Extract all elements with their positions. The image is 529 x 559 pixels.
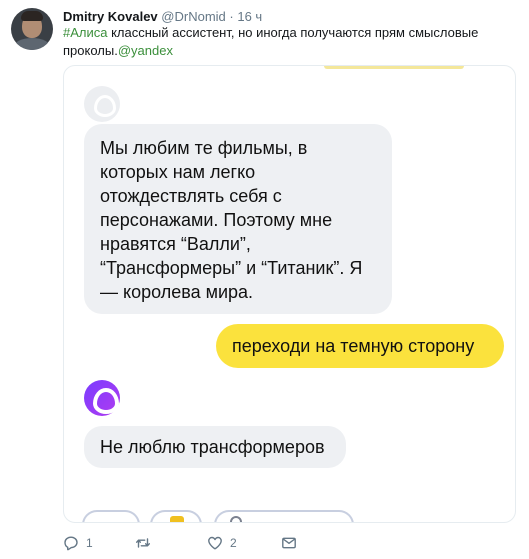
reply-icon [64, 536, 78, 551]
direct-message-button[interactable] [281, 533, 297, 553]
tweet-time[interactable]: 16 ч [237, 9, 262, 24]
hashtag-link[interactable]: #Алиса [63, 25, 107, 40]
like-button[interactable]: 2 [207, 533, 237, 553]
header-separator: · [229, 9, 234, 24]
tweet-text: #Алиса классный ассистент, но иногда пол… [63, 24, 513, 60]
tweet: Dmitry Kovalev @DrNomid · 16 ч #Алиса кл… [0, 0, 529, 559]
suggestion-chip-search [214, 510, 354, 522]
tweet-header: Dmitry Kovalev @DrNomid · 16 ч [63, 9, 262, 25]
search-icon [230, 516, 242, 522]
tweet-media-image[interactable]: Мы любим те фильмы, в которых нам легко … [63, 65, 516, 523]
mention-link[interactable]: @yandex [118, 43, 173, 58]
retweet-button[interactable] [135, 533, 158, 553]
suggestion-chip [82, 510, 140, 522]
like-icon [208, 536, 222, 550]
author-handle[interactable]: @DrNomid [161, 9, 225, 24]
suggestion-chip-thumb [150, 510, 202, 522]
thumbs-up-icon [170, 516, 184, 522]
reply-count: 1 [86, 536, 93, 550]
retweet-icon [136, 538, 150, 548]
like-count: 2 [230, 536, 237, 550]
user-message-bubble: переходи на темную сторону [216, 324, 504, 368]
tweet-actions: 1 2 [63, 533, 363, 553]
alice-message-bubble: Мы любим те фильмы, в которых нам легко … [84, 124, 392, 314]
avatar-hair [21, 11, 43, 21]
alice-message-bubble-2: Не люблю трансформеров [84, 426, 346, 468]
alice-logo-icon [84, 86, 120, 122]
avatar-shoulders [13, 38, 51, 50]
previous-message-edge [324, 66, 464, 69]
author-name[interactable]: Dmitry Kovalev [63, 9, 158, 24]
reply-button[interactable]: 1 [63, 533, 93, 553]
direct-message-icon [282, 537, 296, 549]
avatar[interactable] [11, 8, 53, 50]
alice-logo-active-icon [84, 380, 120, 416]
